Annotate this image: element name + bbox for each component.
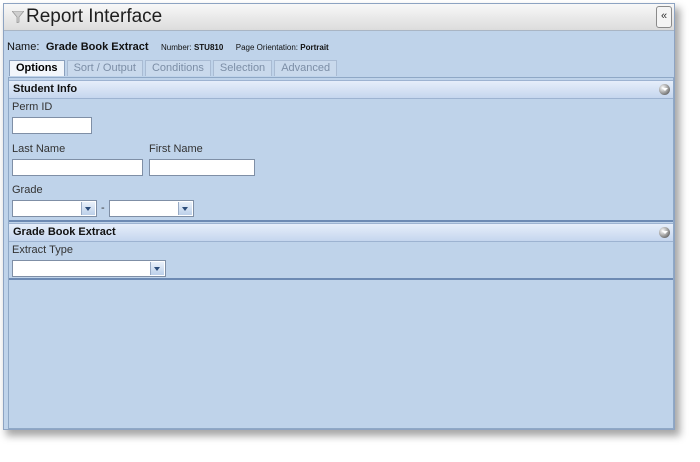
tab-options[interactable]: Options xyxy=(9,60,65,76)
filter-funnel-icon xyxy=(11,10,25,28)
grade-book-extract-title: Grade Book Extract xyxy=(13,226,116,238)
tab-sort-output[interactable]: Sort / Output xyxy=(66,60,143,76)
first-name-input[interactable] xyxy=(149,159,255,176)
grade-to-select[interactable] xyxy=(109,200,194,217)
extract-type-select[interactable] xyxy=(12,260,166,277)
student-info-section: Student Info Perm ID Last Name First Nam… xyxy=(9,80,673,222)
first-name-label: First Name xyxy=(149,143,203,155)
chevron-down-icon xyxy=(81,202,95,215)
report-number-value: STU810 xyxy=(193,43,224,52)
collapse-panel-button[interactable]: « xyxy=(656,6,672,28)
window-title: Report Interface xyxy=(26,6,163,27)
report-number-label: Number: xyxy=(161,43,192,52)
page-orientation-value: Portrait xyxy=(300,43,329,52)
page-orientation-label: Page Orientation: xyxy=(235,43,299,52)
last-name-label: Last Name xyxy=(12,143,66,155)
chevron-down-icon xyxy=(150,262,164,275)
collapse-section-icon[interactable] xyxy=(659,227,670,238)
page-orientation: Page Orientation: Portrait xyxy=(236,43,329,52)
tab-bar: Options Sort / Output Conditions Selecti… xyxy=(9,60,339,76)
report-name-bar: Name: Grade Book Extract Number: STU810 … xyxy=(7,37,672,53)
grade-from-select[interactable] xyxy=(12,200,97,217)
report-name-value: Grade Book Extract xyxy=(45,41,149,53)
grade-book-extract-header[interactable]: Grade Book Extract xyxy=(9,223,673,242)
options-panel: Student Info Perm ID Last Name First Nam… xyxy=(8,77,674,429)
report-interface-window: Report Interface « Name: Grade Book Extr… xyxy=(3,3,675,430)
title-bar: Report Interface « xyxy=(4,4,674,31)
chevron-down-icon xyxy=(178,202,192,215)
collapse-section-icon[interactable] xyxy=(659,84,670,95)
last-name-input[interactable] xyxy=(12,159,143,176)
perm-id-label: Perm ID xyxy=(12,101,53,113)
tab-advanced[interactable]: Advanced xyxy=(274,60,338,76)
student-info-header[interactable]: Student Info xyxy=(9,80,673,99)
grade-range-separator: - xyxy=(101,202,105,214)
extract-type-label: Extract Type xyxy=(12,244,73,256)
report-number: Number: STU810 xyxy=(161,43,223,52)
perm-id-input[interactable] xyxy=(12,117,92,134)
student-info-title: Student Info xyxy=(13,83,78,95)
grade-book-extract-section: Grade Book Extract Extract Type xyxy=(9,223,673,280)
tab-selection[interactable]: Selection xyxy=(212,60,273,76)
tab-conditions[interactable]: Conditions xyxy=(144,60,211,76)
report-name-label: Name: xyxy=(7,41,40,53)
grade-label: Grade xyxy=(12,184,43,196)
